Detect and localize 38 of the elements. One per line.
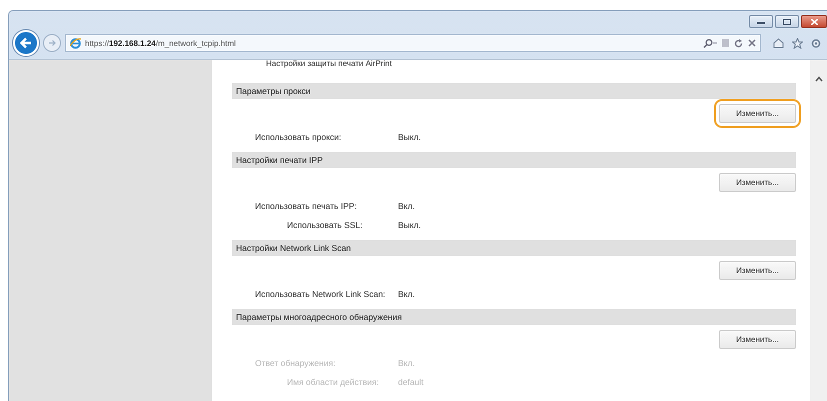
edit-button[interactable]: Изменить...	[714, 98, 801, 128]
setting-value: Вкл.	[398, 288, 415, 298]
minimize-icon	[757, 20, 765, 24]
setting-label: Ответ обнаружения:	[254, 358, 336, 368]
back-button[interactable]	[13, 30, 39, 56]
stop-icon[interactable]	[748, 39, 756, 47]
section-title: Настройки печати IPP	[232, 152, 796, 168]
close-icon	[810, 18, 818, 24]
browser-logo-icon	[70, 38, 81, 48]
section-title: Параметры прокси	[232, 83, 796, 99]
scrollbar[interactable]	[810, 60, 827, 401]
setting-value: Выкл.	[398, 220, 421, 230]
minimize-button[interactable]	[749, 15, 773, 28]
refresh-icon[interactable]	[734, 38, 743, 48]
section-title: Настройки Network Link Scan	[232, 240, 796, 256]
setting-value: default	[398, 376, 424, 386]
close-button[interactable]	[801, 15, 827, 28]
setting-value: Вкл.	[398, 200, 415, 210]
section-title: Настройки защиты печати AirPrint	[266, 60, 393, 68]
setting-value: Вкл.	[398, 358, 415, 368]
address-bar[interactable]: https://192.168.1.24/m_network_tcpip.html	[65, 34, 761, 52]
setting-label: Использовать прокси:	[254, 132, 342, 142]
compatibility-view-icon[interactable]	[722, 38, 729, 48]
search-icon[interactable]	[703, 38, 717, 48]
home-icon[interactable]	[773, 38, 784, 48]
setting-value: Выкл.	[398, 132, 421, 142]
maximize-icon	[783, 18, 791, 24]
scroll-up-icon[interactable]	[814, 76, 822, 82]
maximize-button[interactable]	[775, 15, 799, 28]
setting-label: Использовать Network Link Scan:	[254, 288, 386, 298]
address-url: https://192.168.1.24/m_network_tcpip.html	[85, 38, 236, 48]
setting-label: Использовать SSL:	[286, 220, 364, 230]
setting-label: Использовать печать IPP:	[254, 200, 358, 210]
section-title: Параметры многоадресного обнаружения	[232, 309, 796, 325]
setting-label: Имя области действия:	[286, 376, 380, 386]
forward-arrow-icon	[48, 39, 56, 47]
back-arrow-icon	[20, 37, 32, 49]
star-icon[interactable]	[792, 38, 803, 48]
